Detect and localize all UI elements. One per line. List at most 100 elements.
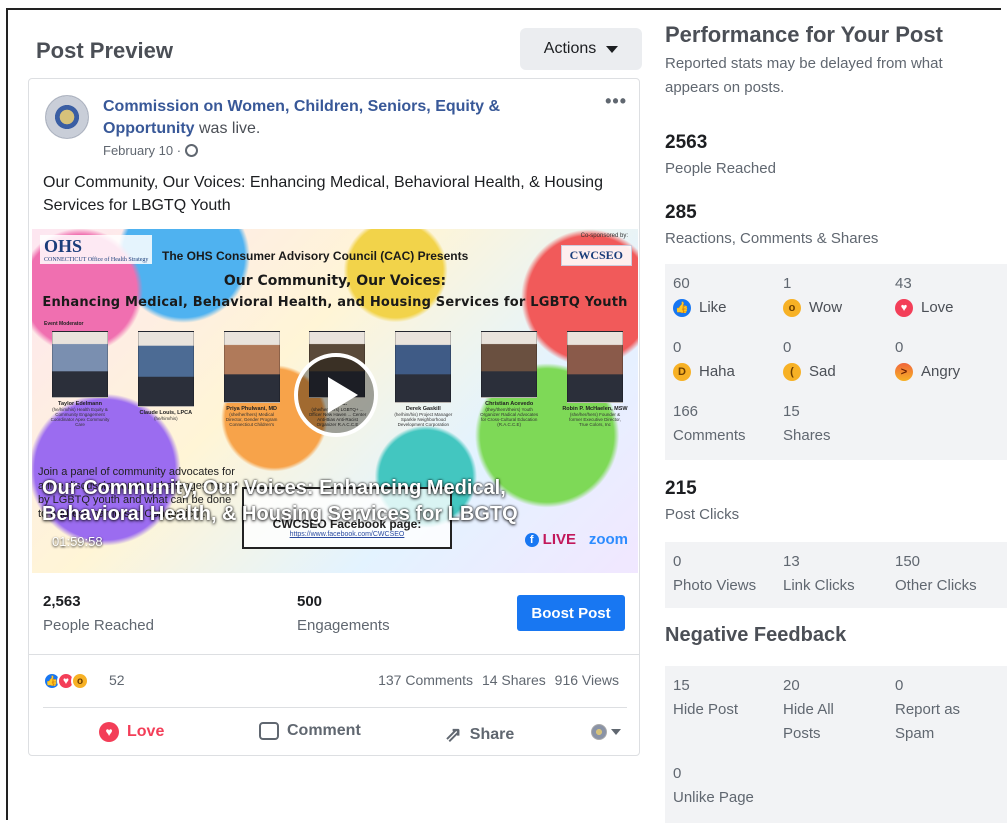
post-card: Commission on Women, Children, Seniors, … (28, 78, 640, 756)
comments-stat: 166 Comments (673, 400, 746, 448)
panelist: Priya Phulwani, MD (she/her/hers) Medical… (222, 331, 282, 427)
reaction-love-label: Love (921, 299, 954, 316)
reaction-angry-label: Angry (921, 363, 961, 380)
reaction-icons[interactable]: 👍 ♥ o (43, 672, 89, 690)
cwcseo-logo: CWCSEO (560, 245, 632, 266)
shares-stat-label: Shares (783, 427, 831, 444)
panelist: Christian Acevedo (they/them/theirs) Yout… (479, 331, 539, 427)
rcs-value: 285 (665, 202, 697, 223)
play-button[interactable] (294, 353, 378, 437)
clicks-breakdown: 0 Photo Views 13 Link Clicks 150 Other C… (665, 542, 1007, 608)
post-stats-row: 2,563 People Reached 500 Engagements Boo… (29, 573, 639, 655)
photo-views-stat: 0 Photo Views (673, 550, 756, 598)
shares-count[interactable]: 14 Shares (482, 672, 546, 688)
share-label: Share (469, 725, 515, 743)
live-badge: f LIVE (524, 531, 576, 548)
video-title-line1: Our Community, Our Voices: (223, 273, 447, 289)
post-status: was live. (199, 120, 261, 137)
shares-stat: 15 Shares (783, 400, 831, 448)
sad-icon: ( (783, 363, 801, 381)
reactions-count[interactable]: 52 (109, 672, 125, 688)
post-clicks-label: Post Clicks (665, 506, 740, 523)
post-text: Our Community, Our Voices: Enhancing Med… (43, 174, 603, 214)
share-button[interactable]: ⇗ Share (445, 722, 514, 747)
ohs-logo: OHS CONNECTICUT Office of Health Strateg… (40, 235, 153, 264)
reaction-love: 43 ♥ Love (895, 272, 954, 320)
panelist-role: (he/him/his) Project Manager Sparkle Nei… (394, 412, 453, 427)
reaction-like-value: 60 (673, 275, 690, 292)
panelist-photo (223, 331, 280, 403)
panelist: Claude Louis, LPCA (he/him/his) (136, 331, 196, 427)
hide-all-posts-stat: 20 Hide All Posts (783, 674, 863, 746)
live-label: LIVE (542, 531, 576, 548)
actions-label: Actions (543, 40, 597, 57)
reactions-breakdown: 60 👍 Like 1 o Wow 43 ♥ Love 0 D Haha 0 (Sad … (665, 264, 1007, 460)
fb-page-url: https://www.facebook.com/CWCSEO (289, 531, 405, 538)
post-preview-panel: Post Preview Actions Commission on Women… (22, 18, 650, 756)
post-author: Commission on Women, Children, Seniors, … (103, 96, 573, 140)
actions-button[interactable]: Actions (520, 28, 642, 70)
people-reached-value: 2563 (665, 132, 708, 153)
post-preview-title: Post Preview (36, 38, 173, 63)
video-presents: The OHS Consumer Advisory Council (CAC) … (162, 249, 469, 263)
panelist: Derek Gaskill (he/him/his) Project Manage… (393, 331, 453, 427)
performance-subtitle: Reported stats may be delayed from what … (665, 55, 943, 96)
hide-post-value: 15 (673, 677, 690, 694)
comment-label: Comment (287, 722, 361, 739)
views-count: 916 Views (554, 672, 619, 688)
wow-reaction-icon: o (71, 672, 89, 690)
reached-label: People Reached (43, 617, 154, 634)
engagements-label: Engagements (297, 617, 390, 634)
reaction-sad-value: 0 (783, 339, 792, 356)
love-icon: ♥ (895, 299, 913, 317)
comments-count[interactable]: 137 Comments (378, 672, 473, 688)
page-selector-avatar (591, 724, 607, 740)
rcs-label: Reactions, Comments & Shares (665, 230, 879, 247)
chevron-down-icon (611, 729, 621, 735)
post-clicks-value: 215 (665, 478, 697, 499)
comments-stat-label: Comments (673, 427, 746, 444)
love-button[interactable]: ♥ Love (99, 722, 164, 742)
negative-feedback-breakdown: 15 Hide Post 20 Hide All Posts 0 Report … (665, 666, 1007, 823)
panelist-photo (566, 331, 623, 403)
page-avatar[interactable] (45, 95, 89, 139)
reaction-wow: 1 o Wow (783, 272, 842, 320)
hide-post-stat: 15 Hide Post (673, 674, 738, 722)
panelist-role: (he/him/his) (154, 416, 178, 421)
post-date[interactable]: February 10 · (103, 143, 199, 158)
wow-icon: o (783, 299, 801, 317)
reaction-angry: 0 > Angry (895, 336, 960, 384)
comments-stat-value: 166 (673, 403, 699, 420)
reaction-haha-value: 0 (673, 339, 682, 356)
reaction-sad: 0 (Sad (783, 336, 836, 384)
other-clicks-stat: 150 Other Clicks (895, 550, 977, 598)
shares-stat-value: 15 (783, 403, 800, 420)
boost-post-button[interactable]: Boost Post (517, 595, 625, 631)
reactions-summary: 👍 ♥ o 52 137 Comments 14 Shares 916 View… (29, 655, 639, 707)
engagement-counts: 137 Comments 14 Shares 916 Views (373, 672, 619, 688)
reaction-like: 60 👍 Like (673, 272, 727, 320)
video-overlay-title: Our Community, Our Voices: Enhancing Med… (42, 477, 518, 525)
video-player[interactable]: OHS CONNECTICUT Office of Health Strateg… (32, 229, 638, 573)
video-duration: 01:59:58 (52, 534, 103, 549)
page-name-link[interactable]: Commission on Women, Children, Seniors, … (103, 98, 500, 137)
photo-views-label: Photo Views (673, 577, 757, 594)
facebook-icon: f (524, 532, 539, 547)
unlike-page-label: Unlike Page (673, 789, 754, 806)
reaction-wow-value: 1 (783, 275, 792, 292)
love-label: Love (127, 723, 165, 740)
page-selector[interactable] (591, 724, 621, 740)
post-action-bar: ♥ Love Comment ⇗ Share (43, 707, 627, 755)
panelist-role: (she/her/hers) Founder & former Executiv… (569, 412, 621, 427)
video-title-line2: Enhancing Medical, Behavioral Health, an… (42, 295, 628, 310)
other-clicks-value: 150 (895, 553, 921, 570)
play-icon (328, 377, 358, 413)
ohs-logo-sub: CONNECTICUT Office of Health Strategy (44, 257, 149, 263)
moderator-tag: Event Moderator (44, 321, 84, 327)
comment-button[interactable]: Comment (259, 722, 361, 740)
panelist-photo (137, 331, 194, 407)
link-clicks-label: Link Clicks (783, 577, 855, 594)
more-options-icon[interactable]: ••• (605, 91, 627, 112)
heart-icon: ♥ (99, 722, 119, 742)
link-clicks-stat: 13 Link Clicks (783, 550, 855, 598)
